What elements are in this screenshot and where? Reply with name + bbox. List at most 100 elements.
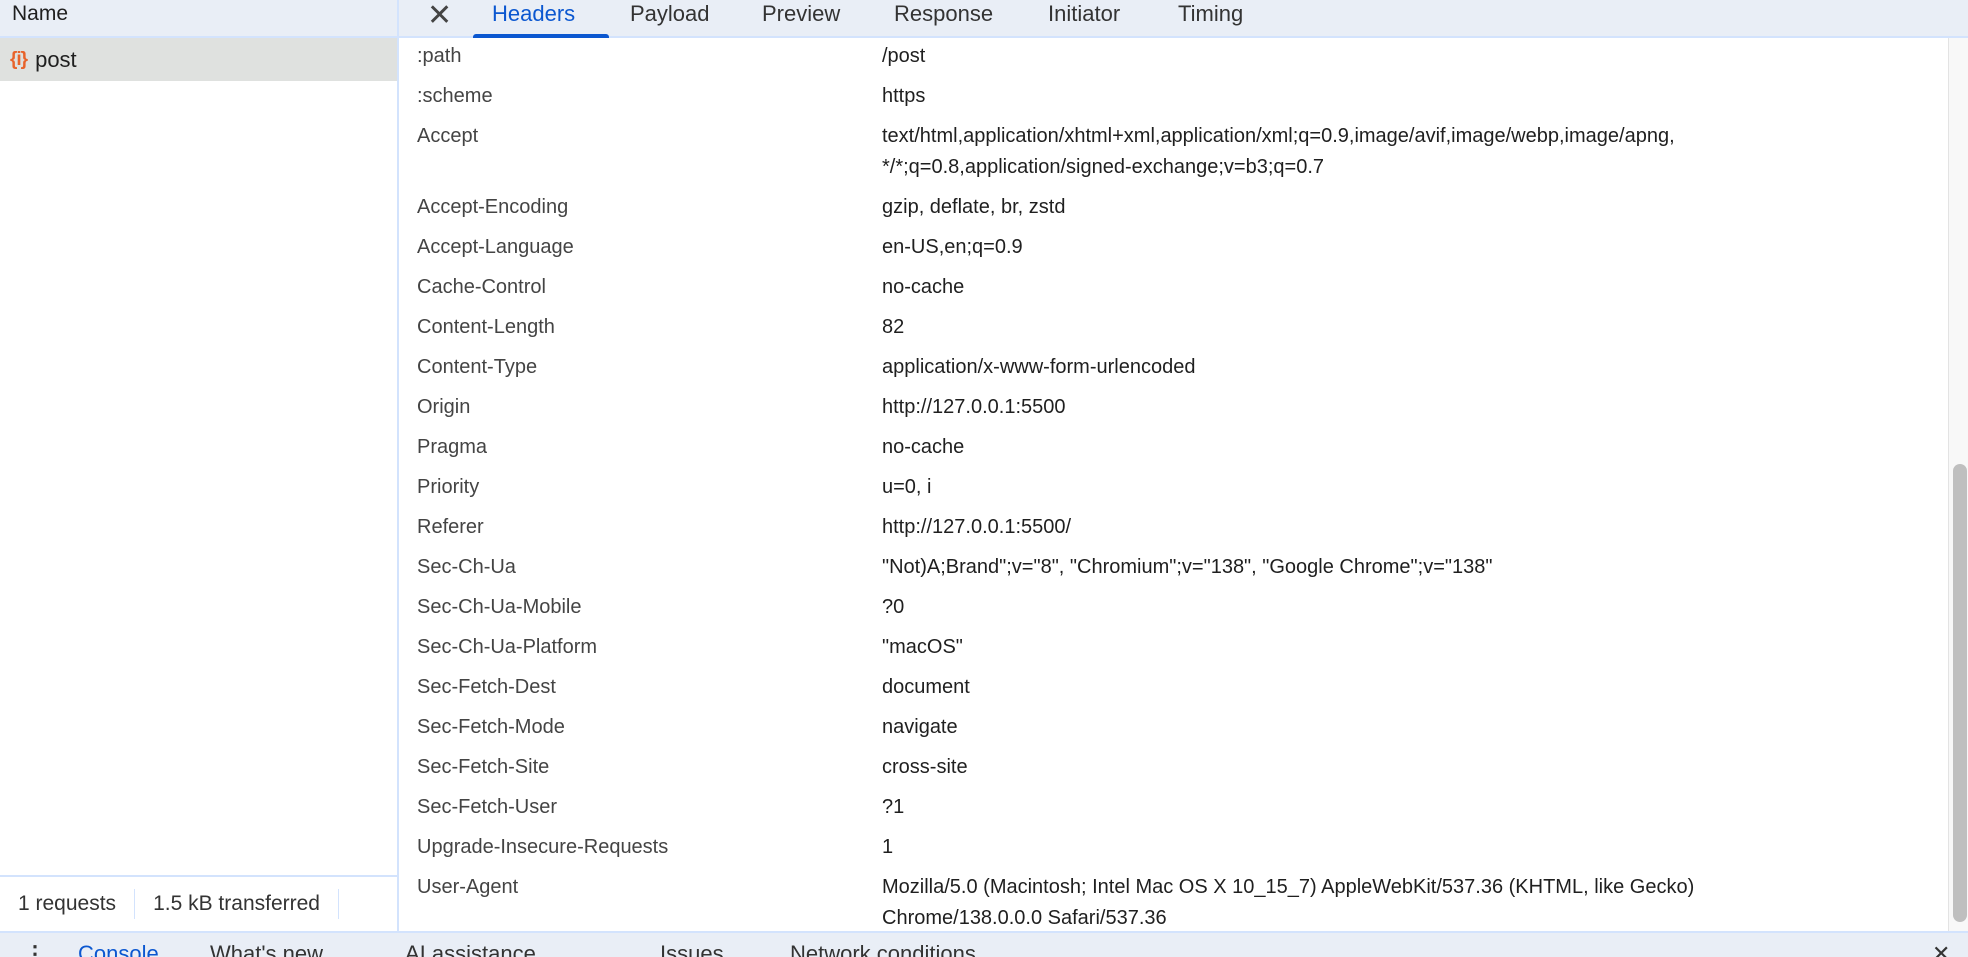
header-row: :scheme https — [399, 76, 1948, 116]
tab-payload[interactable]: Payload — [630, 1, 710, 27]
header-row: Accept-Encoding gzip, deflate, br, zstd — [399, 187, 1948, 227]
header-value: 82 — [882, 312, 1948, 343]
header-name: Sec-Fetch-User — [417, 795, 558, 818]
request-headers-list: :path/post :scheme https Accept text/html,ap… — [399, 38, 1948, 931]
header-value: https — [882, 81, 1948, 112]
bottom-drawer-tabs: ⋮ Console What's new AI assistance Issue… — [0, 931, 1968, 957]
header-value: no-cache — [882, 432, 1948, 463]
tab-preview[interactable]: Preview — [762, 1, 840, 27]
more-tools-icon[interactable]: ⋮ — [24, 941, 46, 957]
drawer-tab-ai-assistance[interactable]: AI assistance — [405, 941, 536, 957]
header-row: Sec-Ch-Ua-Platform "macOS" — [399, 627, 1948, 667]
header-value-line: */*;q=0.8,application/signed-exchange;v=… — [882, 155, 1325, 178]
header-row: Cache-Control no-cache — [399, 267, 1948, 307]
header-value: /post — [882, 41, 1948, 72]
header-value-line: application/x-www-form-urlencoded — [882, 355, 1196, 378]
header-row: Accept text/html,application/xhtml+xml,ap… — [399, 116, 1948, 187]
header-value-line: ?0 — [882, 595, 905, 618]
header-value: no-cache — [882, 272, 1948, 303]
tab-initiator[interactable]: Initiator — [1048, 1, 1120, 27]
tab-response[interactable]: Response — [894, 1, 993, 27]
header-name: Content-Type — [417, 355, 538, 378]
header-row: Sec-Fetch-Dest document — [399, 667, 1948, 707]
header-row: Sec-Fetch-Mode navigate — [399, 707, 1948, 747]
drawer-tab-network-conditions[interactable]: Network conditions — [790, 941, 976, 957]
header-value-line: document — [882, 675, 970, 698]
close-icon[interactable]: ✕ — [427, 0, 452, 33]
tab-timing[interactable]: Timing — [1178, 1, 1243, 27]
drawer-tab-whats-new[interactable]: What's new — [210, 941, 323, 957]
header-name: Sec-Fetch-Dest — [417, 675, 556, 698]
header-name: Sec-Ch-Ua-Platform — [417, 635, 598, 658]
header-value: application/x-www-form-urlencoded — [882, 352, 1948, 383]
header-value: en-US,en;q=0.9 — [882, 232, 1948, 263]
header-row: Origin http://127.0.0.1:5500 — [399, 387, 1948, 427]
header-value: gzip, deflate, br, zstd — [882, 192, 1948, 223]
header-name: Priority — [417, 475, 480, 498]
request-row-post[interactable]: {i} post — [0, 38, 397, 81]
header-value-line: text/html,application/xhtml+xml,applicat… — [882, 124, 1675, 147]
header-value-line: Mozilla/5.0 (Macintosh; Intel Mac OS X 1… — [882, 875, 1695, 898]
header-value-line: Chrome/138.0.0.0 Safari/537.36 — [882, 906, 1167, 929]
request-detail-panel: ✕ Headers Payload Preview Response Initi… — [399, 0, 1968, 931]
header-value-line: https — [882, 84, 926, 107]
header-row: Sec-Ch-Ua-Mobile ?0 — [399, 587, 1948, 627]
header-value-line: "macOS" — [882, 635, 963, 658]
header-name: Sec-Ch-Ua-Mobile — [417, 595, 582, 618]
header-row: User-Agent Mozilla/5.0 (Macintosh; Intel … — [399, 867, 1948, 931]
close-drawer-icon[interactable]: ✕ — [1932, 941, 1950, 957]
scrollbar[interactable] — [1948, 38, 1968, 931]
header-row: Content-Length 82 — [399, 307, 1948, 347]
header-value: ?1 — [882, 792, 1948, 823]
header-value-line: "Not)A;Brand";v="8", "Chromium";v="138",… — [882, 555, 1493, 578]
request-name: post — [35, 46, 77, 72]
header-value: document — [882, 672, 1948, 703]
drawer-tab-issues[interactable]: Issues — [660, 941, 724, 957]
header-value-line: /post — [882, 44, 926, 67]
header-value: Mozilla/5.0 (Macintosh; Intel Mac OS X 1… — [882, 872, 1948, 932]
header-value: u=0, i — [882, 472, 1948, 503]
header-value: 1 — [882, 832, 1948, 863]
header-name: Accept — [417, 124, 479, 147]
header-value-line: 1 — [882, 835, 894, 858]
drawer-tab-console[interactable]: Console — [78, 941, 159, 957]
header-row: Referer http://127.0.0.1:5500/ — [399, 507, 1948, 547]
header-name: Pragma — [417, 435, 488, 458]
header-row: Sec-Fetch-User ?1 — [399, 787, 1948, 827]
header-name: Referer — [417, 515, 484, 538]
header-value: "Not)A;Brand";v="8", "Chromium";v="138",… — [882, 552, 1948, 583]
header-name: Sec-Fetch-Site — [417, 755, 550, 778]
header-name: :path — [417, 44, 462, 67]
header-value-line: u=0, i — [882, 475, 932, 498]
header-row: Upgrade-Insecure-Requests 1 — [399, 827, 1948, 867]
name-column-header[interactable]: Name — [0, 0, 397, 38]
header-name: Accept-Language — [417, 235, 574, 258]
header-value-line: http://127.0.0.1:5500 — [882, 395, 1066, 418]
header-value: navigate — [882, 712, 1948, 743]
header-row: Priority u=0, i — [399, 467, 1948, 507]
header-value: http://127.0.0.1:5500 — [882, 392, 1948, 423]
header-row: :path/post — [399, 38, 1948, 76]
tab-headers[interactable]: Headers — [492, 1, 575, 27]
header-value-line: ?1 — [882, 795, 905, 818]
scrollbar-thumb[interactable] — [1953, 464, 1967, 922]
header-value: "macOS" — [882, 632, 1948, 663]
header-name: :scheme — [417, 84, 493, 107]
header-value: http://127.0.0.1:5500/ — [882, 512, 1948, 543]
header-name: Cache-Control — [417, 275, 546, 298]
request-count: 1 requests — [0, 889, 136, 919]
header-value-line: http://127.0.0.1:5500/ — [882, 515, 1072, 538]
transferred-size: 1.5 kB transferred — [135, 889, 339, 919]
header-row: Content-Type application/x-www-form-urlen… — [399, 347, 1948, 387]
header-value: ?0 — [882, 592, 1948, 623]
header-value-line: navigate — [882, 715, 958, 738]
header-row: Accept-Language en-US,en;q=0.9 — [399, 227, 1948, 267]
header-name: Sec-Fetch-Mode — [417, 715, 565, 738]
header-row: Sec-Fetch-Site cross-site — [399, 747, 1948, 787]
network-status-bar: 1 requests 1.5 kB transferred — [0, 875, 397, 931]
request-list-panel: Name {i} post 1 requests 1.5 kB transfer… — [0, 0, 399, 931]
header-value-line: en-US,en;q=0.9 — [882, 235, 1023, 258]
header-name: Content-Length — [417, 315, 555, 338]
header-name: Sec-Ch-Ua — [417, 555, 516, 578]
header-value-line: no-cache — [882, 435, 965, 458]
